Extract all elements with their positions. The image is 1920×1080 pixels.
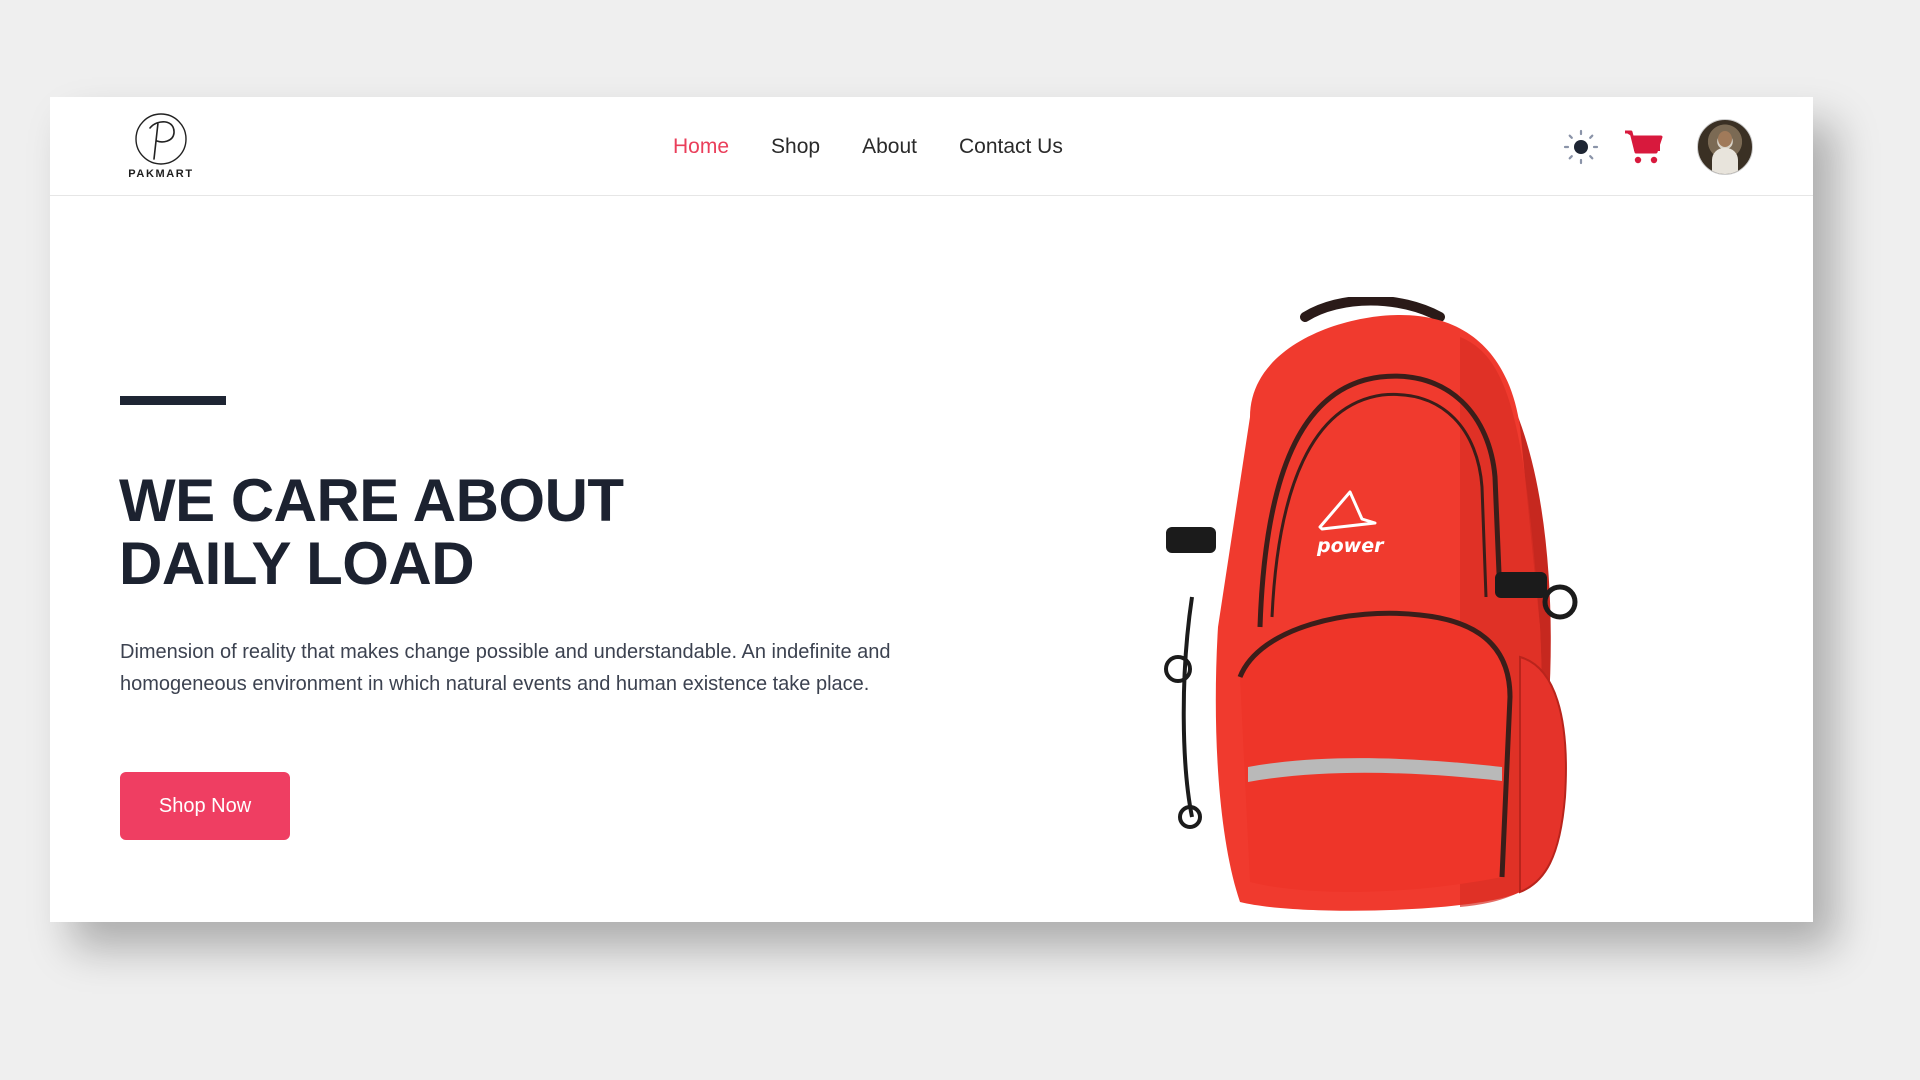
- brand-name: PAKMART: [128, 168, 194, 180]
- backpack-image: power: [1164, 297, 1578, 911]
- sun-icon: [1563, 129, 1599, 164]
- brand-logo[interactable]: PAKMART: [121, 111, 201, 185]
- hero-title-line1: WE CARE ABOUT: [119, 467, 624, 534]
- browser-page: PAKMART Home Shop About Contact Us WE CA…: [50, 97, 1813, 922]
- cart-icon: [1625, 130, 1663, 163]
- cart-button[interactable]: [1623, 128, 1663, 166]
- main-nav: Home Shop About Contact Us: [673, 97, 1105, 196]
- nav-link-shop[interactable]: Shop: [771, 135, 820, 159]
- logo-mark-icon: [135, 113, 187, 165]
- nav-actions: [1563, 97, 1753, 196]
- navbar: PAKMART Home Shop About Contact Us: [50, 97, 1813, 196]
- shop-now-button[interactable]: Shop Now: [120, 772, 290, 840]
- user-avatar[interactable]: [1697, 118, 1753, 175]
- hero-title: WE CARE ABOUT DAILY LOAD: [119, 469, 819, 595]
- nav-link-about[interactable]: About: [862, 135, 917, 159]
- hero-title-line2: DAILY LOAD: [119, 530, 475, 597]
- nav-link-home[interactable]: Home: [673, 135, 729, 159]
- backpack-brand-text: power: [1316, 535, 1385, 557]
- hero-description: Dimension of reality that makes change p…: [120, 641, 891, 695]
- hero-accent-bar: [120, 396, 226, 405]
- theme-toggle-button[interactable]: [1563, 129, 1599, 165]
- nav-link-contact[interactable]: Contact Us: [959, 135, 1063, 159]
